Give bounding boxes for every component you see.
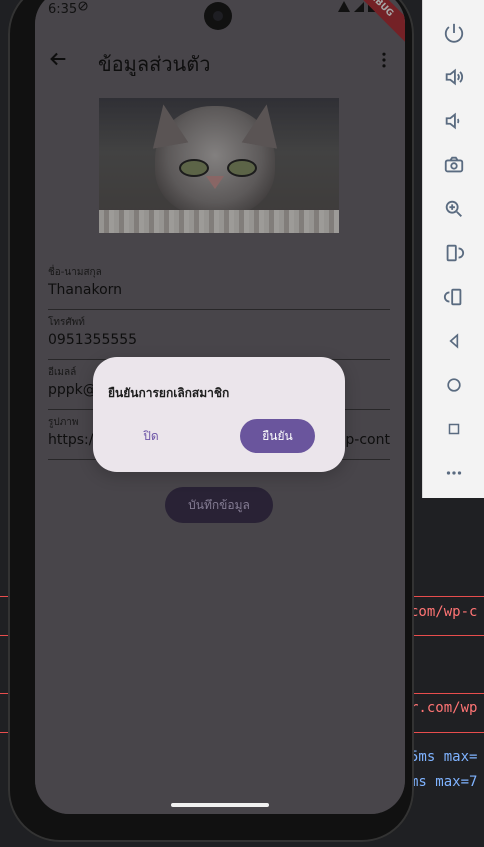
- home-indicator: [171, 803, 269, 807]
- close-button[interactable]: ปิด: [127, 422, 175, 450]
- overview-square-icon[interactable]: [442, 417, 466, 441]
- confirm-button[interactable]: ยืนยัน: [240, 419, 315, 453]
- power-icon[interactable]: [442, 21, 466, 45]
- phone-frame: 6:35 DEBUG ข้อมูลส่วนตัว ชื่อ-นามสกุล Th…: [8, 0, 414, 842]
- more-options-icon[interactable]: [442, 461, 466, 485]
- volume-up-icon[interactable]: [442, 65, 466, 89]
- volume-down-icon[interactable]: [442, 109, 466, 133]
- confirm-dialog: ยืนยันการยกเลิกสมาชิก ปิด ยืนยัน: [93, 357, 345, 472]
- ide-url-text: r.com/wp: [410, 700, 478, 716]
- camera-icon[interactable]: [442, 153, 466, 177]
- rotate-left-icon[interactable]: [442, 241, 466, 265]
- ide-console-output: com/wp-c r.com/wp 5ms max= ms max=7: [410, 580, 484, 800]
- zoom-icon[interactable]: [442, 197, 466, 221]
- dialog-title: ยืนยันการยกเลิกสมาชิก: [108, 386, 230, 400]
- ide-timing-text: ms max=7: [410, 774, 478, 790]
- emulator-side-panel: [422, 0, 484, 498]
- rotate-right-icon[interactable]: [442, 285, 466, 309]
- back-triangle-icon[interactable]: [442, 329, 466, 353]
- ide-url-text: com/wp-c: [410, 604, 478, 620]
- phone-screen: 6:35 DEBUG ข้อมูลส่วนตัว ชื่อ-นามสกุล Th…: [35, 0, 405, 814]
- home-circle-icon[interactable]: [442, 373, 466, 397]
- ide-timing-text: 5ms max=: [410, 749, 478, 765]
